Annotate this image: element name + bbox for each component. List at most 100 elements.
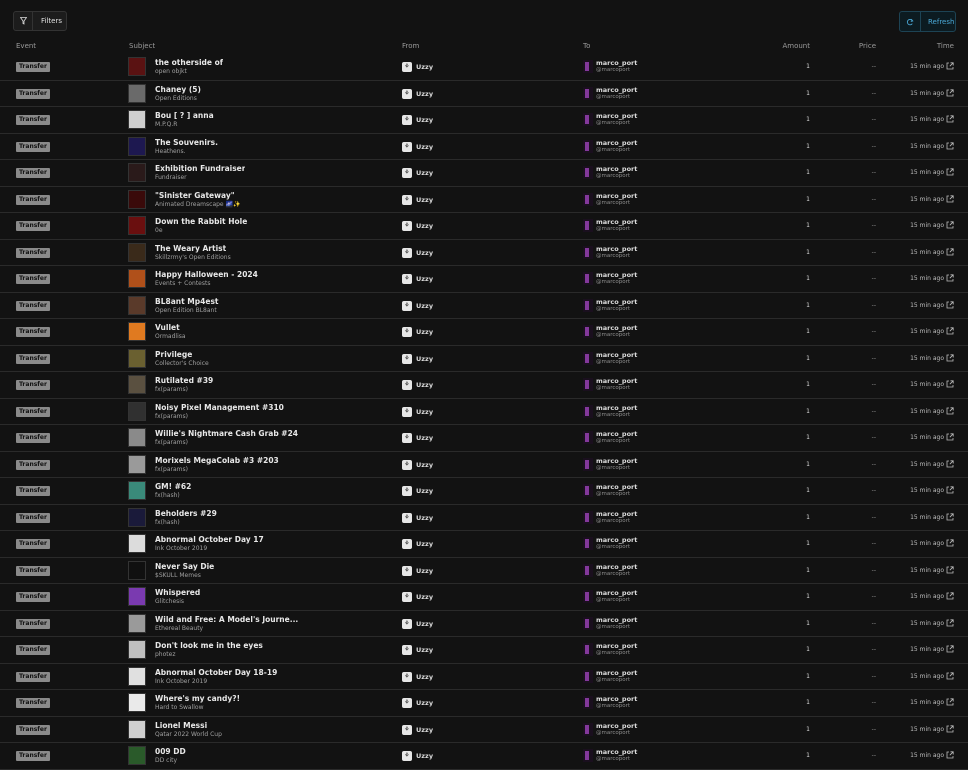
time-value[interactable]: 15 min ago bbox=[910, 540, 944, 547]
to-user[interactable]: marco_port bbox=[596, 430, 637, 438]
to-user[interactable]: marco_port bbox=[596, 192, 637, 200]
token-title[interactable]: Never Say Die bbox=[155, 562, 214, 571]
table-row[interactable]: Transfer Whispered Glitchesis ⚘ Uzzy marco_po… bbox=[0, 584, 968, 611]
collection-name[interactable]: fx(params) bbox=[155, 386, 188, 393]
time-value[interactable]: 15 min ago bbox=[910, 408, 944, 415]
token-thumbnail[interactable] bbox=[128, 587, 146, 606]
collection-name[interactable]: Ormadlisa bbox=[155, 333, 186, 340]
from-user[interactable]: Uzzy bbox=[416, 673, 433, 681]
time-value[interactable]: 15 min ago bbox=[910, 196, 944, 203]
time-value[interactable]: 15 min ago bbox=[910, 646, 944, 653]
from-avatar[interactable]: ⚘ bbox=[402, 645, 412, 655]
to-user[interactable]: marco_port bbox=[596, 669, 637, 677]
collection-name[interactable]: Collector's Choice bbox=[155, 360, 209, 367]
to-user[interactable]: marco_port bbox=[596, 404, 637, 412]
to-user[interactable]: marco_port bbox=[596, 589, 637, 597]
to-user[interactable]: marco_port bbox=[596, 722, 637, 730]
table-row[interactable]: Transfer Noisy Pixel Management #310 fx(pa… bbox=[0, 399, 968, 425]
to-user[interactable]: marco_port bbox=[596, 298, 637, 306]
to-user[interactable]: marco_port bbox=[596, 377, 637, 385]
from-avatar[interactable]: ⚘ bbox=[402, 565, 412, 576]
from-user[interactable]: Uzzy bbox=[416, 222, 433, 230]
collection-name[interactable]: fx(params) bbox=[155, 466, 188, 473]
to-avatar[interactable] bbox=[583, 404, 593, 418]
table-row[interactable]: Transfer Willie's Nightmare Cash Grab #24… bbox=[0, 425, 968, 452]
to-user[interactable]: marco_port bbox=[596, 563, 637, 571]
table-row[interactable]: Transfer Abnormal October Day 18-19 Ink Oc… bbox=[0, 664, 968, 690]
time-value[interactable]: 15 min ago bbox=[910, 143, 944, 150]
token-title[interactable]: Where's my candy?! bbox=[155, 694, 240, 703]
token-title[interactable]: Don't look me in the eyes bbox=[155, 641, 263, 650]
to-user[interactable]: marco_port bbox=[596, 324, 637, 332]
token-thumbnail[interactable] bbox=[128, 719, 146, 739]
token-thumbnail[interactable] bbox=[128, 481, 146, 500]
table-row[interactable]: Transfer the otherside of open objkt ⚘ Uzzy m… bbox=[0, 54, 968, 81]
external-link-icon[interactable] bbox=[946, 247, 954, 256]
token-thumbnail[interactable] bbox=[128, 83, 146, 103]
from-avatar[interactable]: ⚘ bbox=[402, 618, 412, 629]
to-user[interactable]: marco_port bbox=[596, 457, 637, 465]
external-link-icon[interactable] bbox=[946, 751, 954, 759]
table-row[interactable]: Transfer Lionel Messi Qatar 2022 World Cup… bbox=[0, 717, 968, 743]
table-row[interactable]: Transfer GM! #62 fx(hash) ⚘ Uzzy marco_port @m… bbox=[0, 478, 968, 505]
token-title[interactable]: the otherside of bbox=[155, 58, 223, 67]
collection-name[interactable]: Ethereal Beauty bbox=[155, 625, 203, 632]
from-avatar[interactable]: ⚘ bbox=[402, 168, 412, 178]
to-avatar[interactable] bbox=[583, 272, 593, 285]
from-user[interactable]: Uzzy bbox=[416, 355, 433, 363]
from-user[interactable]: Uzzy bbox=[416, 752, 433, 760]
collection-name[interactable]: Open Edition BL8ant bbox=[155, 307, 217, 314]
time-value[interactable]: 15 min ago bbox=[910, 63, 944, 70]
from-avatar[interactable]: ⚘ bbox=[402, 115, 412, 125]
to-avatar[interactable] bbox=[583, 484, 593, 497]
token-title[interactable]: Bou [ ? ] anna bbox=[155, 111, 214, 120]
external-link-icon[interactable] bbox=[946, 724, 954, 733]
from-user[interactable]: Uzzy bbox=[416, 434, 433, 442]
time-value[interactable]: 15 min ago bbox=[910, 222, 944, 229]
collection-name[interactable]: Qatar 2022 World Cup bbox=[155, 731, 222, 738]
token-title[interactable]: Abnormal October Day 17 bbox=[155, 535, 264, 544]
external-link-icon[interactable] bbox=[946, 194, 954, 203]
time-value[interactable]: 15 min ago bbox=[910, 673, 944, 680]
external-link-icon[interactable] bbox=[946, 141, 954, 150]
collection-name[interactable]: M.P.Q.R bbox=[155, 121, 177, 128]
from-avatar[interactable]: ⚘ bbox=[402, 751, 412, 761]
collection-name[interactable]: photez bbox=[155, 651, 175, 658]
from-avatar[interactable]: ⚘ bbox=[402, 62, 412, 72]
time-value[interactable]: 15 min ago bbox=[910, 567, 944, 574]
from-user[interactable]: Uzzy bbox=[416, 514, 433, 522]
refresh-button[interactable]: Refresh bbox=[899, 11, 956, 32]
to-avatar[interactable] bbox=[583, 563, 593, 577]
token-thumbnail[interactable] bbox=[128, 507, 146, 527]
table-row[interactable]: Transfer Bou [ ? ] anna M.P.Q.R ⚘ Uzzy marco_… bbox=[0, 107, 968, 134]
token-title[interactable]: The Weary Artist bbox=[155, 244, 226, 253]
table-row[interactable]: Transfer Don't look me in the eyes photez ⚘… bbox=[0, 637, 968, 664]
table-row[interactable]: Transfer Abnormal October Day 17 Ink Octob… bbox=[0, 531, 968, 558]
time-value[interactable]: 15 min ago bbox=[910, 514, 944, 521]
collection-name[interactable]: 0e bbox=[155, 227, 163, 234]
table-row[interactable]: Transfer Never Say Die $SKULL Memes ⚘ Uzzy ma… bbox=[0, 558, 968, 584]
to-avatar[interactable] bbox=[583, 245, 593, 259]
to-avatar[interactable] bbox=[583, 457, 593, 471]
time-value[interactable]: 15 min ago bbox=[910, 275, 944, 282]
from-user[interactable]: Uzzy bbox=[416, 116, 433, 124]
from-avatar[interactable]: ⚘ bbox=[402, 698, 412, 708]
to-user[interactable]: marco_port bbox=[596, 695, 637, 703]
from-user[interactable]: Uzzy bbox=[416, 699, 433, 707]
to-avatar[interactable] bbox=[583, 378, 593, 391]
to-avatar[interactable] bbox=[583, 669, 593, 683]
token-thumbnail[interactable] bbox=[128, 746, 146, 765]
external-link-icon[interactable] bbox=[946, 539, 954, 547]
token-title[interactable]: Noisy Pixel Management #310 bbox=[155, 403, 284, 412]
to-avatar[interactable] bbox=[583, 166, 593, 179]
token-title[interactable]: Abnormal October Day 18-19 bbox=[155, 668, 277, 677]
to-user[interactable]: marco_port bbox=[596, 86, 637, 94]
to-user[interactable]: marco_port bbox=[596, 616, 637, 624]
external-link-icon[interactable] bbox=[946, 645, 954, 653]
from-user[interactable]: Uzzy bbox=[416, 620, 433, 628]
token-title[interactable]: Down the Rabbit Hole bbox=[155, 217, 247, 226]
to-user[interactable]: marco_port bbox=[596, 483, 637, 491]
time-value[interactable]: 15 min ago bbox=[910, 461, 944, 468]
to-user[interactable]: marco_port bbox=[596, 112, 637, 120]
token-thumbnail[interactable] bbox=[128, 57, 146, 76]
